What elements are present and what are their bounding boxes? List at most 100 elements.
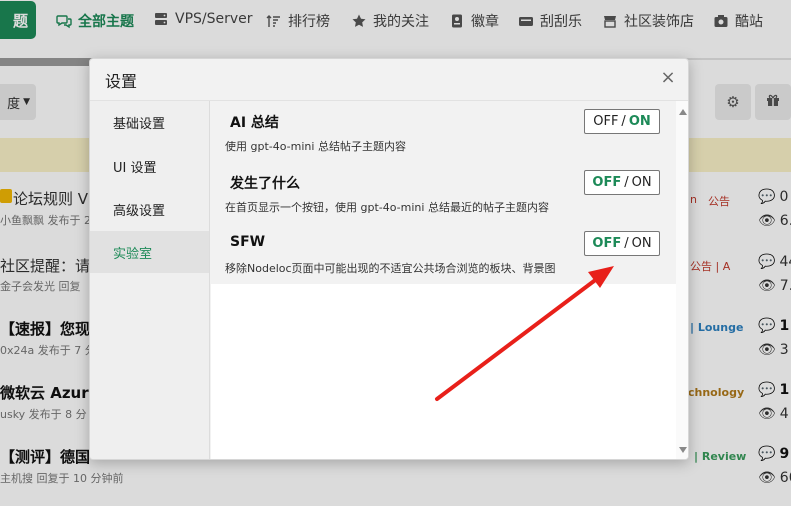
reply-count: 💬44 (758, 254, 791, 270)
topic-meta: 主机搜 回复于 10 分钟前 (0, 472, 124, 485)
nav-leaderboard[interactable]: 排行榜 (266, 11, 330, 31)
nav-label: 社区装饰店 (624, 14, 694, 30)
gift-button[interactable] (755, 84, 791, 120)
star-icon (351, 13, 367, 29)
scroll-up-icon[interactable] (679, 109, 687, 115)
view-count: 👁 3 (758, 342, 789, 358)
comment-outline-icon: 💬 (758, 189, 776, 205)
comments-icon (56, 13, 72, 29)
sidebar-item-basic[interactable]: 基础设置 (90, 101, 209, 143)
sfw-toggle[interactable]: OFF / ON (584, 231, 660, 256)
view-count: 👁 4 (758, 406, 789, 422)
camera-icon (713, 13, 729, 29)
nav-label: 排行榜 (288, 14, 330, 30)
topic-tag[interactable]: 公告 (708, 193, 730, 209)
topic-title[interactable]: 微软云 Azure (0, 382, 99, 403)
badge-icon (449, 13, 465, 29)
sidebar-item-lab[interactable]: 实验室 (90, 231, 209, 273)
new-topic-button[interactable]: 题 (0, 1, 36, 39)
comment-outline-icon: 💬 (758, 254, 776, 270)
gift-icon (765, 92, 781, 112)
ranking-icon (266, 13, 282, 29)
loading-bar (0, 58, 100, 66)
topic-tag[interactable]: chnology (688, 386, 744, 399)
comment-icon: 💬 (758, 382, 776, 398)
settings-content: AI 总结 使用 gpt-4o-mini 总结帖子主题内容 OFF / ON 发… (211, 101, 688, 459)
caret-down-icon: ▼ (23, 97, 30, 107)
topic-tag[interactable]: n (690, 193, 697, 206)
eye-icon: 👁 (758, 406, 776, 422)
eye-icon: 👁 (758, 213, 776, 229)
nav-vps-server[interactable]: VPS/Server (153, 11, 253, 27)
new-topic-label: 题 (12, 11, 28, 30)
topic-meta: 小鱼飘飘 发布于 2 (0, 214, 91, 227)
topic-meta: 金子会发光 回复 (0, 280, 81, 293)
toggle-off-label: OFF (593, 114, 619, 129)
toggle-on-label: ON (628, 114, 651, 129)
settings-modal: 设置 × 基础设置 UI 设置 高级设置 实验室 AI 总结 使用 gpt-4o… (89, 58, 689, 460)
view-count: 👁60 (758, 470, 791, 486)
topic-meta: 0x24a 发布于 7 分 (0, 344, 96, 357)
modal-header: 设置 × (90, 59, 688, 101)
sidebar-item-advanced[interactable]: 高级设置 (90, 188, 209, 230)
view-count: 👁7. (758, 278, 791, 294)
topic-title[interactable]: 【测评】德国 (0, 446, 90, 467)
setting-title: 发生了什么 (230, 176, 300, 192)
topic-tag[interactable]: | Lounge (690, 321, 743, 334)
nav-label: 酷站 (735, 14, 763, 30)
server-icon (153, 11, 169, 27)
setting-description: 使用 gpt-4o-mini 总结帖子主题内容 (225, 140, 406, 153)
setting-description: 在首页显示一个按钮，使用 gpt-4o-mini 总结最近的帖子主题内容 (225, 201, 549, 214)
modal-title: 设置 (105, 71, 138, 91)
reply-count: 💬 0 (758, 189, 789, 205)
setting-title: SFW (230, 234, 266, 250)
eye-icon: 👁 (758, 342, 776, 358)
sidebar-item-label: 高级设置 (113, 203, 166, 219)
shop-icon (602, 13, 618, 29)
toggle-separator: / (621, 114, 626, 129)
topic-title[interactable]: 论坛规则 V (13, 188, 88, 209)
nav-label: 我的关注 (373, 14, 429, 30)
category-dropdown[interactable]: 度 ▼ (0, 84, 36, 120)
nav-label: 徽章 (471, 14, 499, 30)
topic-tag[interactable]: | Review (694, 450, 746, 463)
nav-label: 刮刮乐 (540, 14, 582, 30)
what-happened-toggle[interactable]: OFF / ON (584, 170, 660, 195)
setting-title: AI 总结 (230, 115, 279, 131)
settings-sidebar: 基础设置 UI 设置 高级设置 实验室 (90, 101, 210, 459)
reply-count: 💬 9 (758, 446, 790, 462)
top-navigation: 题 全部主题 VPS/Server 排行榜 我的关注 徽章 刮刮乐 社区装饰店 … (0, 0, 791, 44)
toggle-separator: / (624, 236, 629, 251)
toggle-off-label: OFF (592, 175, 622, 190)
topic-title[interactable]: 社区提醒：请 (0, 255, 90, 276)
setting-description: 移除Nodeloc页面中可能出现的不适宜公共场合浏览的板块、背景图 (225, 262, 556, 275)
scroll-down-icon[interactable] (679, 447, 687, 453)
topic-meta: usky 发布于 8 分 (0, 408, 87, 421)
ai-summary-toggle[interactable]: OFF / ON (584, 109, 660, 134)
toggle-on-label: ON (631, 236, 652, 251)
nav-label: 全部主题 (78, 14, 134, 30)
sidebar-item-ui[interactable]: UI 设置 (90, 145, 209, 187)
eye-icon: 👁 (758, 470, 776, 486)
close-icon[interactable]: × (658, 68, 678, 88)
nav-all-topics[interactable]: 全部主题 (56, 11, 134, 31)
scratch-card-icon (518, 13, 534, 29)
topic-tag[interactable]: 公告 | A (690, 258, 730, 274)
dropdown-label: 度 (7, 96, 21, 112)
nav-decoration-shop[interactable]: 社区装饰店 (602, 11, 694, 31)
settings-button[interactable]: ⚙ (715, 84, 751, 120)
nav-cool-sites[interactable]: 酷站 (713, 11, 763, 31)
gear-icon: ⚙ (726, 93, 740, 111)
toggle-off-label: OFF (592, 236, 622, 251)
toggle-separator: / (624, 175, 629, 190)
nav-following[interactable]: 我的关注 (351, 11, 429, 31)
nav-scratch-cards[interactable]: 刮刮乐 (518, 11, 582, 31)
toggle-on-label: ON (631, 175, 652, 190)
nav-badges[interactable]: 徽章 (449, 11, 499, 31)
comment-icon: 💬 (758, 318, 776, 334)
sidebar-item-label: 实验室 (113, 246, 153, 262)
content-scrollbar[interactable] (676, 101, 688, 459)
lab-settings-panel: AI 总结 使用 gpt-4o-mini 总结帖子主题内容 OFF / ON 发… (211, 101, 676, 284)
topic-title[interactable]: 【速报】您现 (0, 318, 90, 339)
pin-badge-icon (0, 189, 12, 203)
